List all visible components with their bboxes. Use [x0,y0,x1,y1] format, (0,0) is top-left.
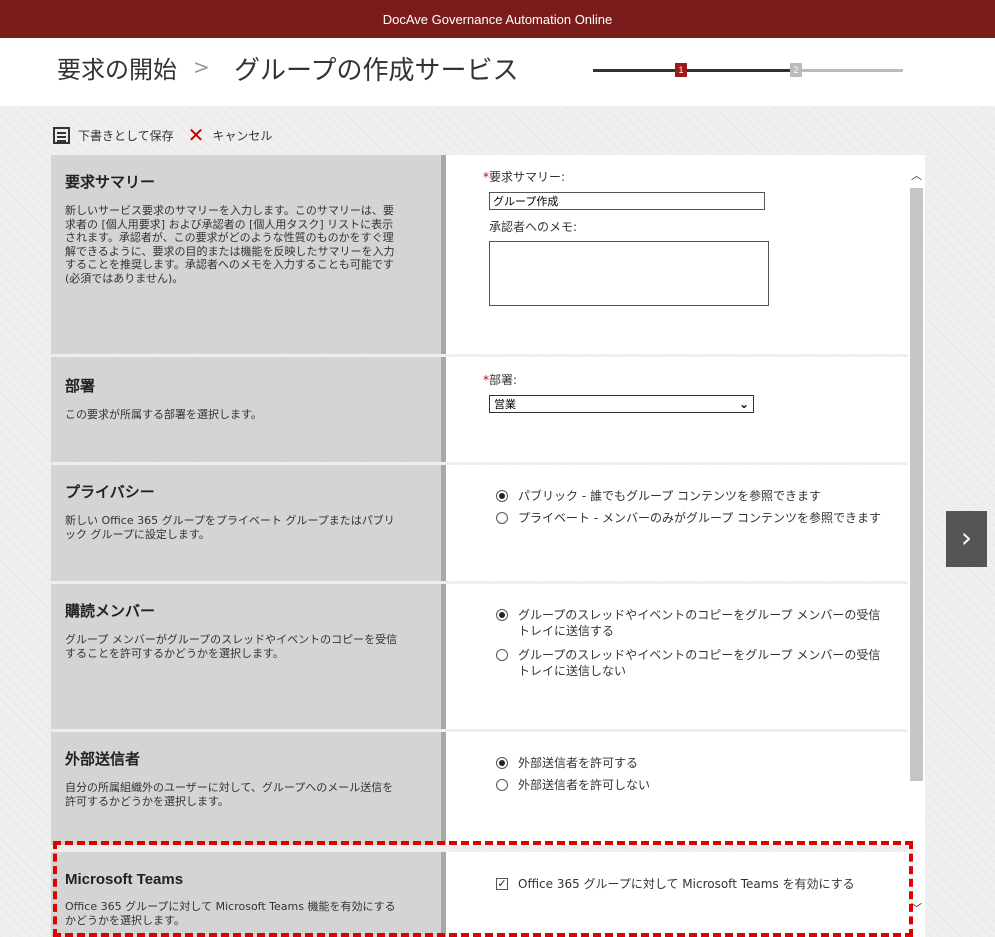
cancel-label: キャンセル [212,128,273,143]
page-header: 要求の開始 > グループの作成サービス 1 2 [0,38,995,106]
breadcrumb-separator: > [193,55,210,79]
form-content: 要求サマリー 新しいサービス要求のサマリーを入力します。このサマリーは、要求者の… [51,155,925,937]
chevron-down-icon: ⌄ [738,397,749,411]
external-option-allow[interactable]: 外部送信者を許可する [496,755,638,771]
external-option-deny[interactable]: 外部送信者を許可しない [496,777,650,793]
summary-field-label: *要求サマリー: [483,170,566,184]
section-summary-desc: 新しいサービス要求のサマリーを入力します。このサマリーは、要求者の [個人用要求… [65,204,395,285]
toolbar: 下書きとして保存 ✕ キャンセル [53,124,272,146]
section-external-desc: 自分の所属組織外のユーザーに対して、グループへのメール送信を許可するかどうかを選… [65,781,394,808]
x-icon: ✕ [187,123,205,147]
step-1-marker: 1 [675,63,687,77]
page-title: グループの作成サービス [234,56,519,86]
section-privacy-desc: 新しい Office 365 グループをプライベート グループまたはパブリック … [65,514,395,541]
department-field-label: *部署: [483,373,518,387]
section-department-desc: この要求が所属する部署を選択します。 [65,408,262,421]
section-teams: Microsoft Teams Office 365 グループに対して Micr… [51,852,908,937]
subscribe-option-dont-send[interactable]: グループのスレッドやイベントのコピーをグループ メンバーの受信トレイに送信しない [496,647,886,679]
section-privacy: プライバシー 新しい Office 365 グループをプライベート グループまた… [51,465,908,581]
app-title-bar: DocAve Governance Automation Online [0,0,995,38]
content-scrollbar[interactable]: ︿ ﹀ [908,155,925,937]
memo-label: 承認者へのメモ: [489,220,578,234]
cancel-button[interactable]: ✕ キャンセル [188,125,273,145]
radio-subscribe-send[interactable] [496,609,508,621]
scroll-up-icon[interactable]: ︿ [911,167,922,183]
privacy-option-public[interactable]: パブリック - 誰でもグループ コンテンツを参照できます [496,488,821,504]
section-subscribe-info: 購読メンバー グループ メンバーがグループのスレッドやイベントのコピーを受信する… [51,584,452,729]
department-select-value: 営業 [494,398,516,411]
section-subscribe-title: 購読メンバー [65,602,156,620]
radio-private[interactable] [496,512,508,524]
section-external: 外部送信者 自分の所属組織外のユーザーに対して、グループへのメール送信を許可する… [51,732,908,845]
section-teams-title: Microsoft Teams [65,871,184,888]
section-subscribe: 購読メンバー グループ メンバーがグループのスレッドやイベントのコピーを受信する… [51,584,908,729]
scroll-thumb[interactable] [910,188,923,781]
radio-subscribe-dont-send[interactable] [496,649,508,661]
section-summary-info: 要求サマリー 新しいサービス要求のサマリーを入力します。このサマリーは、要求者の… [51,155,452,354]
section-external-title: 外部送信者 [65,750,141,768]
section-subscribe-desc: グループ メンバーがグループのスレッドやイベントのコピーを受信することを許可する… [65,633,398,660]
department-select[interactable]: 営業 ⌄ [489,395,754,413]
subscribe-option-send[interactable]: グループのスレッドやイベントのコピーをグループ メンバーの受信トレイに送信する [496,607,886,639]
section-summary: 要求サマリー 新しいサービス要求のサマリーを入力します。このサマリーは、要求者の… [51,155,908,354]
teams-enable-checkbox[interactable]: ✓ [496,878,508,890]
radio-public[interactable] [496,490,508,502]
step-2-marker: 2 [790,63,802,77]
save-draft-icon [53,126,70,144]
section-teams-desc: Office 365 グループに対して Microsoft Teams 機能を有… [65,900,396,927]
privacy-option-private[interactable]: プライベート - メンバーのみがグループ コンテンツを参照できます [496,510,881,526]
section-privacy-info: プライバシー 新しい Office 365 グループをプライベート グループまた… [51,465,452,581]
app-title: DocAve Governance Automation Online [382,12,613,27]
section-teams-info: Microsoft Teams Office 365 グループに対して Micr… [51,852,452,937]
section-privacy-fields: パブリック - 誰でもグループ コンテンツを参照できます プライベート - メン… [446,465,908,581]
radio-external-deny[interactable] [496,779,508,791]
section-department-fields: *部署: 営業 ⌄ [446,357,908,462]
next-step-button[interactable]: › [946,511,987,567]
section-department-info: 部署 この要求が所属する部署を選択します。 [51,357,452,462]
step-progress-complete [593,69,793,72]
section-external-fields: 外部送信者を許可する 外部送信者を許可しない [446,732,908,845]
save-draft-label: 下書きとして保存 [78,128,174,143]
radio-external-allow[interactable] [496,757,508,769]
section-department-title: 部署 [65,377,96,395]
section-department: 部署 この要求が所属する部署を選択します。 *部署: 営業 ⌄ [51,357,908,462]
section-subscribe-fields: グループのスレッドやイベントのコピーをグループ メンバーの受信トレイに送信する … [446,584,908,729]
teams-option-enable[interactable]: ✓ Office 365 グループに対して Microsoft Teams を有… [496,876,855,892]
step-progress-remaining [793,69,903,72]
section-external-info: 外部送信者 自分の所属組織外のユーザーに対して、グループへのメール送信を許可する… [51,732,452,845]
scroll-down-icon[interactable]: ﹀ [911,900,922,916]
section-teams-fields: ✓ Office 365 グループに対して Microsoft Teams を有… [446,852,908,937]
breadcrumb-start-request[interactable]: 要求の開始 [57,50,177,85]
memo-textarea[interactable] [489,241,769,306]
summary-input[interactable] [489,192,765,210]
section-summary-title: 要求サマリー [65,173,156,191]
section-summary-fields: *要求サマリー: 承認者へのメモ: [446,155,908,354]
save-draft-button[interactable]: 下書きとして保存 [53,126,174,144]
chevron-right-icon: › [960,521,973,554]
section-privacy-title: プライバシー [65,483,155,501]
